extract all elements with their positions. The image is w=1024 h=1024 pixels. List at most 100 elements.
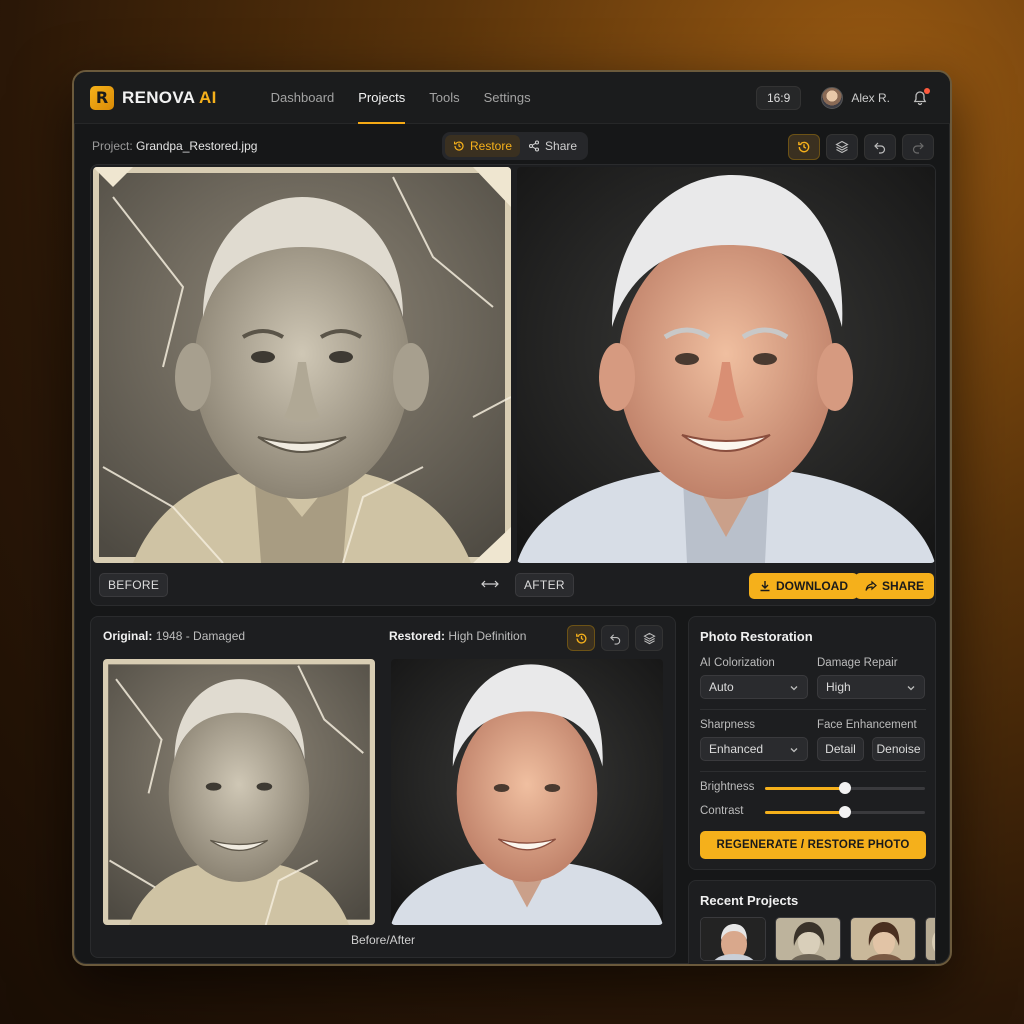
colorization-label: AI Colorization [700, 657, 775, 669]
recent-projects-panel: Recent Projects [688, 880, 936, 964]
recent-project-thumbnail[interactable] [775, 917, 841, 961]
face-enhancement-label: Face Enhancement [817, 719, 917, 731]
app-window: R RENOVA AI Dashboard Projects Tools Set… [72, 70, 952, 966]
restored-prefix: Restored: [389, 629, 446, 643]
divider [700, 771, 926, 772]
top-right-controls: 16:9 Alex R. [755, 85, 930, 110]
history-icon [454, 141, 464, 151]
original-thumbnail[interactable] [103, 659, 375, 925]
history-icon [575, 633, 586, 644]
nav-settings[interactable]: Settings [472, 72, 543, 124]
recent-project-thumbnail[interactable] [700, 917, 766, 961]
brand-name: RENOVA AI [122, 88, 217, 108]
toolbar-icon-group [782, 134, 934, 160]
original-prefix: Original: [103, 629, 153, 643]
detail-compare-panel: Original: 1948 - Damaged Restored: High … [90, 616, 676, 958]
detail-layers-button[interactable] [635, 625, 663, 651]
layers-button[interactable] [826, 134, 858, 160]
redo-button[interactable] [902, 134, 934, 160]
share-label: SHARE [882, 579, 925, 593]
download-label: DOWNLOAD [776, 579, 848, 593]
main-nav: Dashboard Projects Tools Settings [259, 72, 543, 124]
notification-dot [924, 87, 930, 94]
share-nodes-icon [528, 140, 540, 152]
nav-dashboard[interactable]: Dashboard [259, 72, 347, 124]
project-toolbar: Project: Grandpa_Restored.jpg Restore Sh… [74, 124, 950, 168]
original-info: Original: 1948 - Damaged [103, 629, 245, 643]
brightness-label: Brightness [700, 781, 755, 793]
before-label[interactable]: BEFORE [99, 573, 169, 597]
contrast-label: Contrast [700, 805, 744, 817]
detail-history-button[interactable] [567, 625, 595, 651]
restored-thumbnail[interactable] [391, 659, 663, 925]
brand-word: RENOVA [122, 87, 195, 107]
avatar[interactable] [821, 86, 844, 109]
sharpness-value: Enhanced [709, 742, 764, 756]
slider-fill [765, 787, 845, 790]
panel-title: Photo Restoration [700, 629, 813, 644]
recent-project-thumbnail[interactable] [925, 917, 935, 961]
colorization-select[interactable]: Auto [700, 675, 808, 699]
damage-repair-value: High [826, 680, 851, 694]
damage-repair-label: Damage Repair [817, 657, 898, 669]
sharpness-select[interactable]: Enhanced [700, 737, 808, 761]
before-image[interactable] [93, 167, 511, 563]
restored-info: Restored: High Definition [389, 629, 526, 643]
brand-ai: AI [199, 87, 217, 107]
swap-arrows-icon[interactable] [481, 577, 499, 596]
notification-bell-icon[interactable] [912, 87, 930, 106]
contrast-slider[interactable] [765, 805, 925, 819]
share-label: Share [545, 139, 578, 153]
recent-thumbnails [700, 917, 935, 961]
recent-projects-title: Recent Projects [700, 893, 799, 908]
detail-icon-group [567, 625, 669, 651]
face-detail-button[interactable]: Detail [817, 737, 864, 761]
compare-view: BEFORE AFTER DOWNLOAD SHARE [90, 164, 936, 606]
undo-icon [874, 142, 886, 154]
chevron-down-icon [790, 748, 798, 753]
after-image[interactable] [517, 167, 935, 563]
regenerate-button[interactable]: REGENERATE / RESTORE PHOTO [700, 831, 926, 859]
redo-icon [912, 142, 924, 154]
after-label[interactable]: AFTER [515, 573, 574, 597]
chevron-down-icon [790, 686, 798, 691]
slider-thumb[interactable] [839, 806, 851, 818]
share-button[interactable]: SHARE [855, 573, 935, 599]
logo-r-icon: R [90, 85, 114, 110]
download-icon [760, 581, 770, 592]
history-icon [798, 141, 810, 153]
project-title: Project: Grandpa_Restored.jpg [92, 139, 257, 153]
divider [700, 709, 926, 710]
detail-undo-button[interactable] [601, 625, 629, 651]
share-arrow-icon [865, 580, 877, 591]
slider-thumb[interactable] [839, 782, 851, 794]
logo[interactable]: R RENOVA AI [90, 85, 217, 110]
restore-label: Restore [470, 139, 513, 153]
original-value: 1948 - Damaged [155, 629, 246, 643]
brightness-slider[interactable] [765, 781, 925, 795]
aspect-ratio-button[interactable]: 16:9 [755, 85, 802, 110]
face-denoise-button[interactable]: Denoise [872, 737, 925, 761]
colorization-value: Auto [709, 680, 734, 694]
restore-tab[interactable]: Restore [445, 135, 521, 157]
restored-value: High Definition [448, 629, 527, 643]
sharpness-label: Sharpness [700, 719, 755, 731]
undo-button[interactable] [864, 134, 896, 160]
project-filename: Grandpa_Restored.jpg [136, 139, 258, 153]
recent-project-thumbnail[interactable] [850, 917, 916, 961]
nav-projects[interactable]: Projects [346, 72, 417, 124]
top-bar: R RENOVA AI Dashboard Projects Tools Set… [74, 72, 950, 124]
layers-icon [642, 632, 656, 644]
damage-repair-select[interactable]: High [817, 675, 925, 699]
download-button[interactable]: DOWNLOAD [749, 573, 858, 599]
compare-controls: BEFORE AFTER DOWNLOAD SHARE [91, 569, 935, 603]
mode-toggle: Restore Share [442, 132, 589, 160]
user-name[interactable]: Alex R. [851, 91, 890, 105]
history-button[interactable] [788, 134, 820, 160]
share-tab[interactable]: Share [520, 135, 585, 157]
chevron-down-icon [907, 686, 915, 691]
before-after-caption: Before/After [350, 933, 416, 947]
nav-tools[interactable]: Tools [417, 72, 471, 124]
undo-icon [609, 633, 620, 645]
project-prefix: Project: [92, 139, 133, 153]
